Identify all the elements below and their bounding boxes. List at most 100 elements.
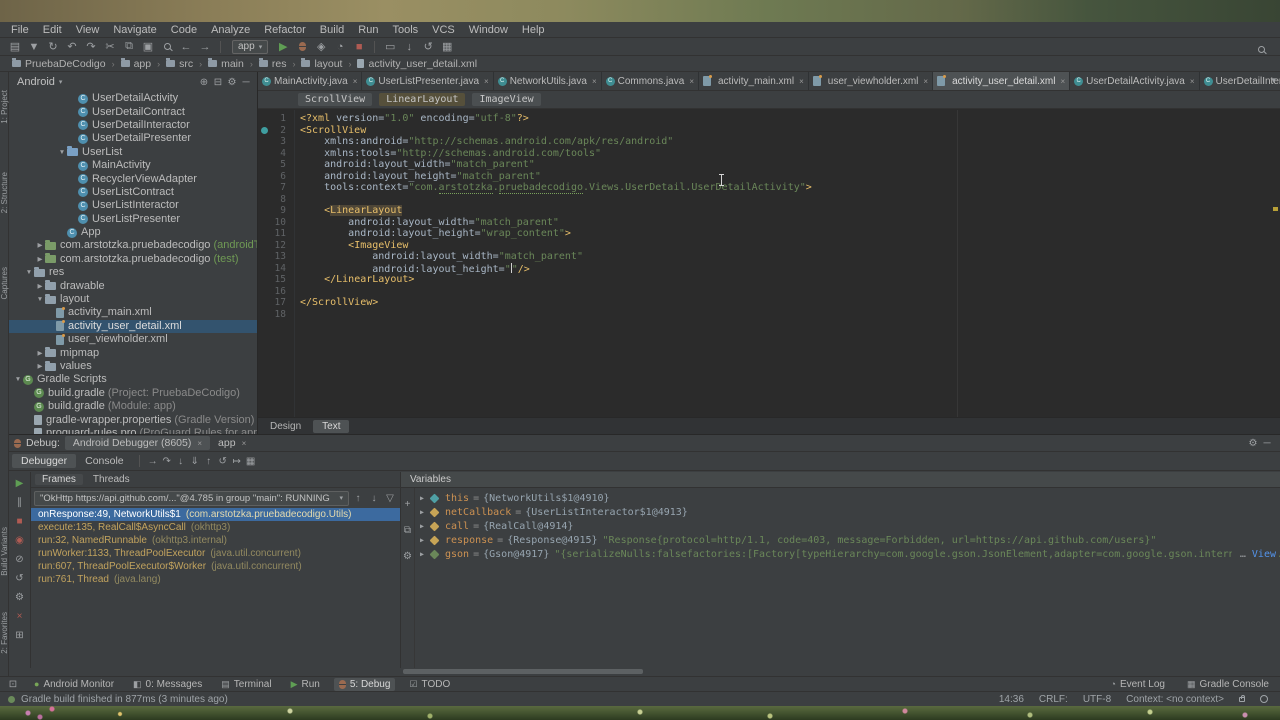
toolwindow-button-5-debug[interactable]: 5: Debug: [333, 677, 396, 691]
close-tab-icon[interactable]: ×: [1190, 77, 1195, 86]
close-tab-icon[interactable]: ×: [197, 439, 202, 448]
close-tab-icon[interactable]: ×: [689, 77, 694, 86]
expand-icon[interactable]: ▶: [415, 494, 429, 502]
collapse-all-icon[interactable]: ⊟: [211, 74, 225, 90]
tool-window-switcher-icon[interactable]: ⊡: [6, 676, 20, 692]
watch-settings-icon[interactable]: ⚙: [401, 548, 415, 564]
tree-item[interactable]: ▶ values: [9, 360, 257, 373]
tree-item[interactable]: C UserListPresenter: [9, 213, 257, 226]
code-line[interactable]: 10 android:layout_width="match_parent": [258, 217, 1280, 229]
stack-frame[interactable]: execute:135, RealCall$AsyncCall (okhttp3): [31, 521, 400, 534]
editor-tab[interactable]: activity_user_detail.xml ×: [933, 72, 1071, 90]
tree-item[interactable]: C RecyclerViewAdapter: [9, 172, 257, 185]
warning-stripe-mark[interactable]: [1273, 207, 1278, 211]
toolwindow-button-todo[interactable]: ☑ TODO: [404, 678, 455, 691]
close-session-icon[interactable]: ×: [12, 610, 28, 623]
code-line[interactable]: 7 tools:context="com.arstotzka.pruebadec…: [258, 182, 1280, 194]
tree-item[interactable]: ▼ layout: [9, 293, 257, 306]
tab-threads[interactable]: Threads: [86, 474, 137, 485]
code-line[interactable]: 13 android:layout_width="match_parent": [258, 251, 1280, 263]
expand-icon[interactable]: ▶: [415, 522, 429, 530]
breadcrumb-item[interactable]: PruebaDeCodigo: [10, 58, 108, 70]
close-tab-icon[interactable]: ×: [353, 77, 358, 86]
code-editor[interactable]: 1 <?xml version="1.0" encoding="utf-8"?> 2…: [258, 110, 1280, 417]
close-tab-icon[interactable]: ×: [242, 439, 247, 448]
editor-tab[interactable]: C Commons.java ×: [602, 72, 699, 90]
tree-item[interactable]: C UserDetailActivity: [9, 92, 257, 105]
gutter-run-icon[interactable]: [261, 126, 268, 134]
code-line[interactable]: 18: [258, 309, 1280, 321]
status-widget[interactable]: Context: <no context>: [1126, 694, 1224, 705]
tab-debugger[interactable]: Debugger: [12, 454, 77, 468]
stack-frame[interactable]: runWorker:1133, ThreadPoolExecutor (java.…: [31, 547, 400, 560]
code-line[interactable]: 12 <ImageView: [258, 240, 1280, 252]
variable-row[interactable]: ▶ netCallback = {UserListInteractor$1@4913}: [415, 505, 1280, 519]
tree-item[interactable]: C App: [9, 226, 257, 239]
tree-expand-icon[interactable]: ▶: [35, 360, 45, 373]
editor-tab[interactable]: C UserListPresenter.java ×: [362, 72, 494, 90]
cut-icon[interactable]: ✂: [101, 39, 119, 55]
restore-layout-icon[interactable]: ↺: [12, 572, 28, 585]
lock-icon[interactable]: [1239, 694, 1245, 702]
step-into-icon[interactable]: ↓: [174, 453, 188, 469]
tool-stripe-favorites[interactable]: 2: Favorites: [0, 612, 9, 654]
pin-icon[interactable]: ⊞: [12, 629, 28, 642]
menu-help[interactable]: Help: [515, 24, 552, 36]
tree-item[interactable]: Gbuild.gradle (Project: PruebaDeCodigo): [9, 387, 257, 400]
debug-icon[interactable]: [293, 39, 311, 55]
search-everywhere-icon[interactable]: [1252, 41, 1270, 57]
tree-item[interactable]: C UserListInteractor: [9, 199, 257, 212]
toolwindow-button-gradle-console[interactable]: ▦ Gradle Console: [1182, 678, 1274, 691]
frame-up-icon[interactable]: ↑: [351, 490, 365, 506]
copy-icon[interactable]: ⧉: [120, 39, 138, 55]
code-line[interactable]: 8: [258, 194, 1280, 206]
code-line[interactable]: 16: [258, 286, 1280, 298]
code-line[interactable]: 6 android:layout_height="match_parent": [258, 171, 1280, 183]
tree-item[interactable]: ▶ com.arstotzka.pruebadecodigo (test): [9, 253, 257, 266]
tree-expand-icon[interactable]: ▶: [35, 239, 45, 252]
menu-analyze[interactable]: Analyze: [204, 24, 257, 36]
tree-item[interactable]: ▼ UserList: [9, 146, 257, 159]
expand-icon[interactable]: ▶: [415, 536, 429, 544]
tree-item[interactable]: Gbuild.gradle (Module: app): [9, 400, 257, 413]
menu-build[interactable]: Build: [313, 24, 351, 36]
tree-item[interactable]: proguard-rules.pro (ProGuard Rules for a…: [9, 427, 257, 434]
view-breakpoints-icon[interactable]: ◉: [12, 534, 28, 547]
breadcrumb-item[interactable]: activity_user_detail.xml: [355, 58, 479, 70]
xml-breadcrumb-scrollview[interactable]: ScrollView: [298, 93, 373, 106]
close-tab-icon[interactable]: ×: [1060, 77, 1065, 86]
close-tab-icon[interactable]: ×: [592, 77, 597, 86]
status-widget[interactable]: 14:36: [999, 694, 1024, 705]
paste-icon[interactable]: ▣: [139, 39, 157, 55]
menu-tools[interactable]: Tools: [385, 24, 425, 36]
code-line[interactable]: 1 <?xml version="1.0" encoding="utf-8"?>: [258, 113, 1280, 125]
menu-code[interactable]: Code: [164, 24, 204, 36]
stack-frame[interactable]: run:761, Thread (java.lang): [31, 573, 400, 586]
tool-stripe-captures[interactable]: Captures: [0, 267, 9, 299]
thread-selector[interactable]: "OkHttp https://api.github.com/..."@4.78…: [34, 490, 349, 506]
open-icon[interactable]: ▤: [6, 39, 24, 55]
tree-expand-icon[interactable]: ▶: [35, 347, 45, 360]
project-settings-icon[interactable]: ⚙: [225, 74, 239, 90]
menu-view[interactable]: View: [69, 24, 107, 36]
settings-gear-icon[interactable]: ⚙: [1246, 435, 1260, 451]
code-line[interactable]: 15 </LinearLayout>: [258, 274, 1280, 286]
avd-manager-icon[interactable]: ▭: [381, 39, 399, 55]
editor-tab[interactable]: CUserDetailInteractor.java×: [1200, 72, 1280, 90]
code-line[interactable]: 3 xmlns:android="http://schemas.android.…: [258, 136, 1280, 148]
close-tab-icon[interactable]: ×: [484, 77, 489, 86]
breadcrumb-item[interactable]: main: [206, 58, 246, 70]
tree-item[interactable]: activity_main.xml: [9, 306, 257, 319]
tree-item[interactable]: C MainActivity: [9, 159, 257, 172]
step-out-icon[interactable]: ↑: [202, 453, 216, 469]
status-widget[interactable]: UTF-8: [1083, 694, 1111, 705]
menu-refactor[interactable]: Refactor: [257, 24, 313, 36]
toolwindow-button-terminal[interactable]: ▤ Terminal: [216, 678, 276, 691]
drop-frame-icon[interactable]: ↺: [216, 453, 230, 469]
menu-file[interactable]: File: [4, 24, 36, 36]
xml-breadcrumb-imageview[interactable]: ImageView: [472, 93, 541, 106]
menu-run[interactable]: Run: [351, 24, 385, 36]
xml-breadcrumb-linearlayout[interactable]: LinearLayout: [379, 93, 466, 106]
code-line[interactable]: 2 <ScrollView: [258, 125, 1280, 137]
evaluate-expression-icon[interactable]: ▦: [244, 453, 258, 469]
